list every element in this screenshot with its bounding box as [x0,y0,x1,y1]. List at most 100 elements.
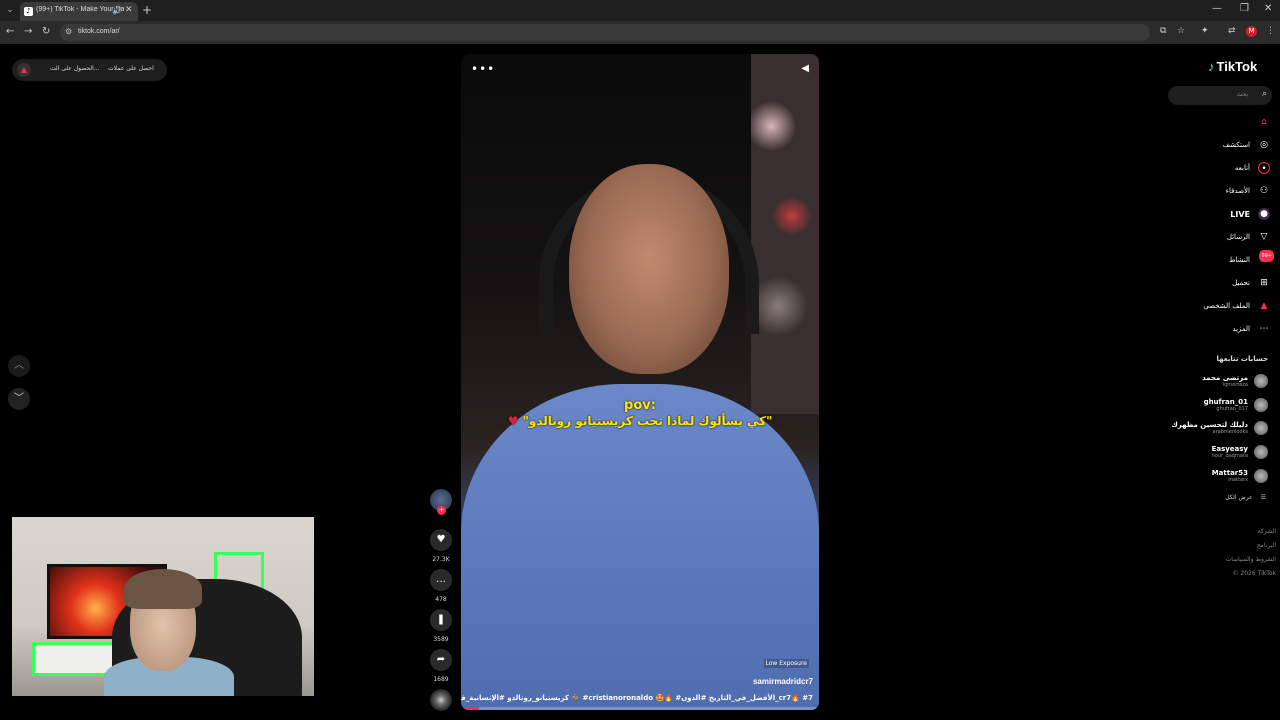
tiktok-note-icon: ♪ [1208,59,1215,74]
tab-search-chevron-down-icon[interactable]: ⌄ [4,4,16,16]
tab-title: (99+) TikTok - Make Your Day [36,6,124,13]
account-handle: ghufran_017 [1216,406,1248,412]
avatar [1254,398,1268,412]
heart-emoji-icon: ♥ [507,414,519,428]
volume-icon[interactable]: ◀ [801,63,809,74]
live-icon: ● [1258,208,1270,220]
footer-company-link[interactable]: الشركة [1258,528,1276,535]
footer-program-link[interactable]: البرنامج [1257,542,1276,549]
video-player[interactable]: ••• ◀ pov: ♥ "كي يسألوك لماذا تحب كريستي… [461,54,819,710]
browser-tab[interactable]: ♪ (99+) TikTok - Make Your Day 🔊 ✕ [20,2,138,21]
account-handle: arabmenlooks [1212,429,1248,435]
url-text[interactable]: tiktok.com/ar/ [78,28,120,35]
comment-icon[interactable]: … [430,569,452,591]
profile-avatar[interactable]: M [1246,26,1257,37]
account-handle: iqmorteza [1222,382,1248,388]
following-account[interactable]: Mattar53 mattarx [1212,467,1268,485]
more-icon: ⋯ [1259,324,1269,334]
sidebar-item-following[interactable]: أتابعه • [1235,160,1270,176]
like-count: 27.3K [432,556,450,563]
video-description[interactable]: #كريستيانو_رونالدو #الإنسانية_قبل_الكورة… [461,694,813,702]
sidebar-item-label: النشاط [1228,256,1250,264]
sidebar-item-upload[interactable]: تحميل ⊞ [1232,275,1270,291]
install-icon[interactable]: ⧉ [1160,26,1166,36]
tune-icon[interactable]: ⚙ [65,27,72,36]
sidebar-item-friends[interactable]: الأصدقاء ⚇ [1226,183,1270,199]
list-icon: ☰ [1260,494,1266,501]
next-video-button[interactable]: ﹀ [8,388,30,410]
share-icon[interactable]: ➦ [430,649,452,671]
previous-video-button[interactable]: ︿ [8,355,30,377]
alert-icon[interactable]: ▲ [17,63,31,77]
video-progress-bar[interactable] [461,707,819,710]
notification-badge: 99+ [1259,250,1274,262]
more-options-icon[interactable]: ••• [471,62,495,76]
sidebar-item-home[interactable]: ⌂ [1250,114,1270,130]
video-overlay-text: "كي يسألوك لماذا تحب كريستيانو رونالدو" [522,414,773,428]
address-bar[interactable]: ⚙ tiktok.com/ar/ [60,24,1150,41]
following-avatar-icon: • [1258,162,1270,174]
cast-icon[interactable]: ⇄ [1228,26,1236,36]
kebab-icon[interactable]: ⋮ [1266,26,1275,36]
send-icon: ▽ [1260,232,1268,242]
low-exposure-badge[interactable]: Low Exposure [763,659,809,668]
following-account[interactable]: دليلك لتحسين مظهرك arabmenlooks [1171,419,1268,437]
sidebar-item-live[interactable]: LIVE ● [1230,206,1270,222]
following-account[interactable]: مرتضى محمد iqmorteza [1202,372,1268,390]
speaker-icon[interactable]: 🔊 [112,6,122,15]
video-progress-fill [461,707,479,710]
follow-plus-icon[interactable]: + [437,506,446,515]
sidebar-item-activity[interactable]: النشاط ▭99+ [1228,250,1274,268]
bookmark-icon[interactable]: ❚ [430,609,452,631]
search-placeholder: بحث [1236,91,1248,98]
footer-terms-link[interactable]: الشروط والسياسات [1226,556,1276,563]
video-background [751,54,819,414]
sidebar-item-label: تحميل [1232,279,1250,287]
tiktok-favicon-icon: ♪ [24,7,33,16]
inbox-icon: ▭99+ [1258,250,1274,266]
arrow-left-icon[interactable]: ← [6,26,14,37]
see-all-label: عرض الكل [1225,494,1253,501]
reload-icon[interactable]: ↻ [42,26,50,37]
sidebar-item-label: استكشف [1222,141,1250,149]
sidebar-item-label: الرسائل [1226,233,1250,241]
search-icon[interactable]: ⌕ [1262,89,1267,99]
video-overlay-caption: ♥ "كي يسألوك لماذا تحب كريستيانو رونالدو… [461,414,819,428]
video-overlay-pov: pov: [624,398,656,413]
tiktok-logo[interactable]: ♪ TikTok [1208,59,1257,74]
get-coins-button[interactable]: احصل على عملات [108,65,154,72]
following-account[interactable]: Easyeasy nour_qaqmara [1212,443,1268,461]
account-name: Easyeasy [1211,445,1248,453]
save-count: 3589 [433,636,449,643]
sidebar-item-label: الأصدقاء [1225,187,1250,195]
avatar [1254,469,1268,483]
account-name: Mattar53 [1211,469,1248,477]
video-subject-head [569,164,729,374]
restore-icon[interactable]: ❐ [1240,3,1249,14]
music-disc-icon[interactable] [430,689,452,711]
search-input[interactable]: بحث ⌕ [1168,86,1272,105]
plus-icon[interactable]: + [142,3,152,17]
window-close-icon[interactable]: ✕ [1264,3,1272,14]
close-icon[interactable]: ✕ [125,5,133,15]
sidebar-item-label: المزيد [1232,325,1250,333]
video-author[interactable]: samirmadridcr7 [753,677,813,686]
sidebar-item-label: LIVE [1230,209,1250,219]
avatar [1254,421,1268,435]
sidebar-item-profile[interactable]: الملف الشخصي ▲ [1203,298,1270,314]
minimize-icon[interactable]: — [1212,3,1222,14]
see-all-button[interactable]: عرض الكل ☰ [1225,494,1266,501]
star-icon[interactable]: ☆ [1177,26,1185,36]
sidebar-item-label: الملف الشخصي [1203,302,1250,310]
following-account[interactable]: ghufran_01 ghufran_017 [1204,396,1268,414]
sidebar-item-explore[interactable]: استكشف ◎ [1223,137,1270,153]
puzzle-icon[interactable]: ✦ [1201,26,1209,36]
heart-icon[interactable]: ♥ [430,529,452,551]
sidebar-item-more[interactable]: المزيد ⋯ [1232,321,1270,337]
logo-text: TikTok [1216,59,1258,74]
arrow-right-icon[interactable]: → [24,26,32,37]
following-accounts-title: حسابات تتابعها [1216,355,1268,363]
get-app-button[interactable]: الحصول على الت... [50,65,100,72]
sidebar-item-label: أتابعه [1234,164,1250,172]
sidebar-item-messages[interactable]: الرسائل ▽ [1227,229,1270,245]
